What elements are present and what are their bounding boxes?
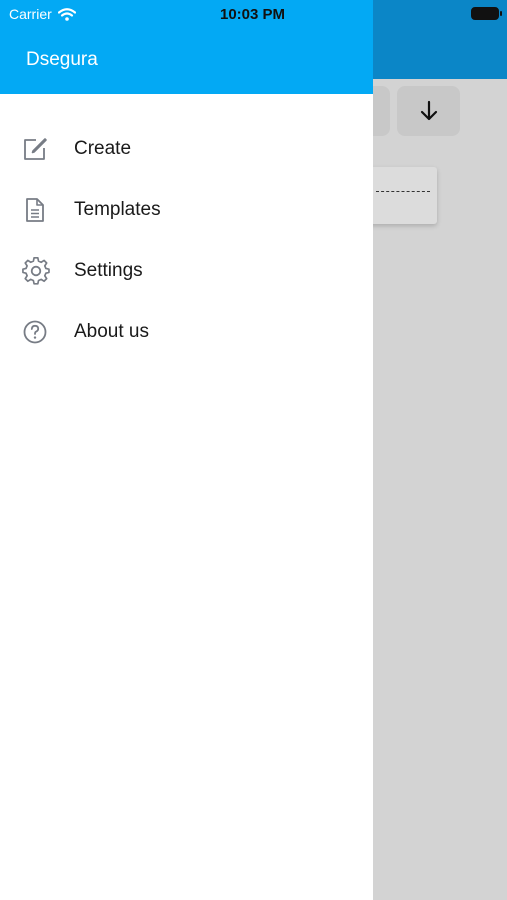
battery-icon bbox=[471, 7, 502, 20]
menu-item-create[interactable]: Create bbox=[0, 118, 373, 179]
navigation-drawer: Dsegura Create Templates Settings About … bbox=[0, 0, 373, 900]
menu-item-label: Create bbox=[74, 137, 132, 159]
carrier-indicator: Carrier bbox=[9, 6, 76, 22]
drawer-menu: Create Templates Settings About us bbox=[0, 118, 373, 362]
menu-item-settings[interactable]: Settings bbox=[0, 240, 373, 301]
menu-item-label: Settings bbox=[74, 259, 143, 281]
clock: 10:03 PM bbox=[220, 6, 286, 23]
edit-icon bbox=[0, 136, 74, 162]
carrier-label: Carrier bbox=[9, 6, 52, 22]
menu-item-label: Templates bbox=[74, 198, 161, 220]
menu-item-label: About us bbox=[74, 320, 149, 342]
background-sort-button bbox=[397, 86, 460, 136]
card-dashed-line bbox=[376, 191, 430, 192]
gear-icon bbox=[0, 256, 74, 285]
menu-item-templates[interactable]: Templates bbox=[0, 179, 373, 240]
wifi-icon bbox=[57, 7, 76, 21]
arrow-down-icon bbox=[420, 100, 437, 121]
document-icon bbox=[0, 197, 74, 223]
menu-item-about-us[interactable]: About us bbox=[0, 301, 373, 362]
drawer-username: Dsegura bbox=[26, 49, 98, 70]
status-bar: Carrier 10:03 PM bbox=[0, 0, 507, 28]
help-circle-icon bbox=[0, 319, 74, 345]
